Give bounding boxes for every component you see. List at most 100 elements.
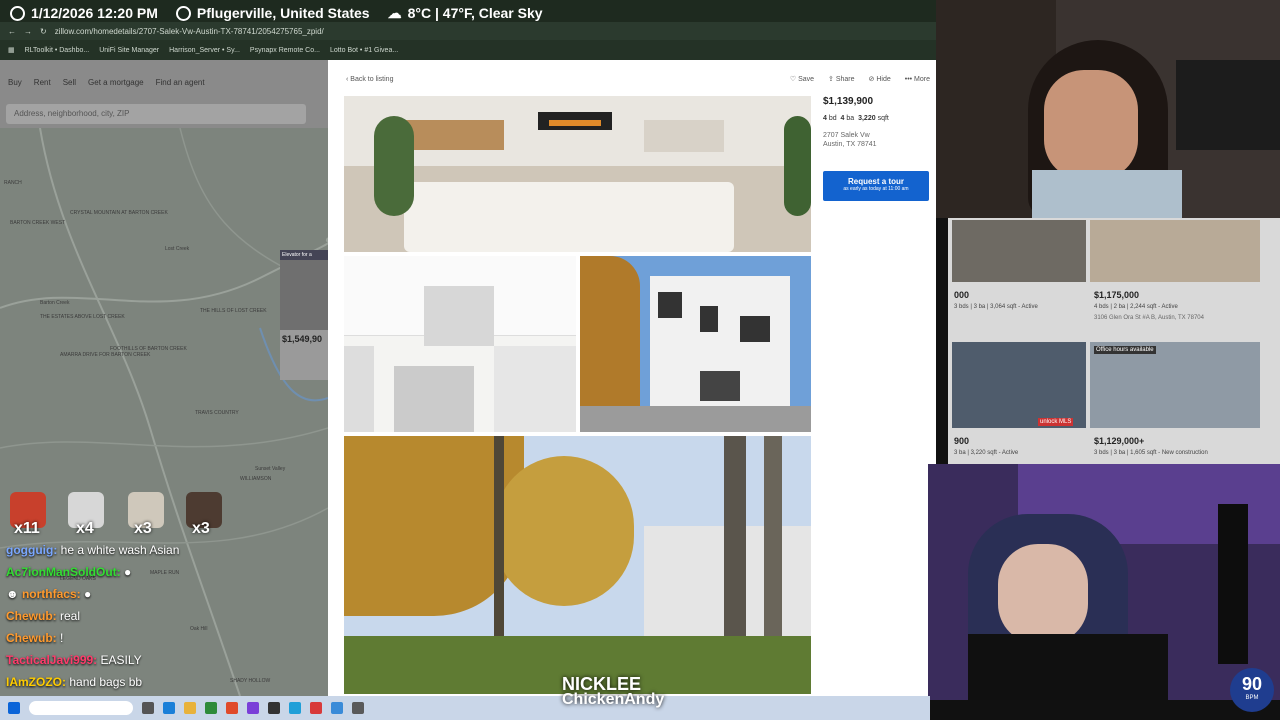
share-button[interactable]: ⇪ Share xyxy=(828,75,855,83)
address-line1: 2707 Salek Vw xyxy=(823,132,870,139)
card-photo[interactable] xyxy=(952,220,1086,282)
folder-icon[interactable] xyxy=(184,702,196,714)
badge-icon: ☻ xyxy=(6,587,22,601)
chat-emote-icon: ● xyxy=(83,587,92,601)
chat-message: Chewub: ! xyxy=(6,631,63,645)
chat-text: EASILY xyxy=(100,653,142,667)
listing-facts: 4 bd 4 ba 3,220 sqft xyxy=(823,115,935,122)
hide-button[interactable]: ⊘ Hide xyxy=(869,75,891,83)
windows-start-icon[interactable] xyxy=(8,702,20,714)
bookmark-item[interactable]: Harrison_Server • Sy... xyxy=(169,47,240,54)
bookmark-item[interactable]: Lotto Bot • #1 Givea... xyxy=(330,47,398,54)
map-label: RANCH xyxy=(4,180,22,186)
bookmark-item[interactable]: UniFi Site Manager xyxy=(99,47,159,54)
card-photo[interactable] xyxy=(1090,220,1260,282)
baths-value: 4 xyxy=(840,115,845,122)
beds-value: 4 xyxy=(823,115,827,122)
globe-icon xyxy=(175,5,191,21)
card-price: 000 xyxy=(954,290,970,300)
card-meta: 3 bds | 3 ba | 3,064 sqft - Active xyxy=(954,304,1038,310)
app-icon[interactable] xyxy=(205,702,217,714)
cloud-icon: ☁ xyxy=(387,4,402,21)
nav-sell[interactable]: Sell xyxy=(63,78,76,87)
chrome-icon[interactable] xyxy=(226,702,238,714)
map-label: Barton Creek xyxy=(40,300,70,306)
chat-user: IAmZOZO: xyxy=(6,675,66,689)
app-icon[interactable] xyxy=(331,702,343,714)
edge-icon[interactable] xyxy=(163,702,175,714)
bookmarks-bar: ▦ RLToolkit • Dashbo... UniFi Site Manag… xyxy=(0,40,936,60)
search-input[interactable]: Address, neighborhood, city, ZIP xyxy=(6,104,306,124)
beds-unit: bd xyxy=(828,115,837,122)
back-to-listing[interactable]: ‹ Back to listing xyxy=(346,76,393,83)
chat-user: Ac7ionManSoldOut: xyxy=(6,565,121,579)
back-icon[interactable]: ← xyxy=(8,27,16,36)
address-line2: Austin, TX 78741 xyxy=(823,141,877,148)
request-tour-button[interactable]: Request a tour as early as today at 11:0… xyxy=(823,171,929,201)
weather-text: 8°C | 47°F, Clear Sky xyxy=(407,5,543,21)
chat-message: Ac7ionManSoldOut: ● xyxy=(6,565,131,579)
chat-message: Chewub: real xyxy=(6,609,80,623)
photo-kitchen[interactable] xyxy=(344,256,576,432)
map-label: BARTON CREEK WEST xyxy=(10,220,66,226)
bpm-label: BPM xyxy=(1245,695,1259,701)
card-photo[interactable] xyxy=(952,342,1086,428)
card-price: $1,175,000 xyxy=(1094,290,1140,300)
tour-title: Request a tour xyxy=(847,177,904,186)
bookmark-item[interactable]: Psynapx Remote Co... xyxy=(250,47,320,54)
listing-price: $1,549,90 xyxy=(282,334,323,344)
chat-text: hand bags bb xyxy=(69,675,143,689)
chat-user: Chewub: xyxy=(6,609,57,623)
chat-emote-icon: ● xyxy=(124,565,132,579)
address-bar[interactable]: ← → ↻ zillow.com/homedetails/2707-Salek-… xyxy=(0,22,936,40)
guest-webcam xyxy=(928,464,1280,700)
tour-subtitle: as early as today at 11:00 am xyxy=(843,186,909,192)
nav-buy[interactable]: Buy xyxy=(8,78,22,87)
chat-text: ! xyxy=(60,631,64,645)
chat-user: Chewub: xyxy=(6,631,57,645)
chat-user: TacticalJavi999: xyxy=(6,653,98,667)
app-icon[interactable] xyxy=(247,702,259,714)
map-label: AMARRA DRIVE FOR BARTON CREEK xyxy=(60,352,151,358)
card-photo[interactable] xyxy=(1090,342,1260,428)
baths-unit: ba xyxy=(846,115,855,122)
app-icon[interactable] xyxy=(352,702,364,714)
chat-user: northfacs: xyxy=(21,587,81,601)
nav-rent[interactable]: Rent xyxy=(34,78,51,87)
datetime-text: 1/12/2026 12:20 PM xyxy=(31,5,158,21)
reload-icon[interactable]: ↻ xyxy=(40,27,47,36)
nav-mortgage[interactable]: Get a mortgage xyxy=(88,78,144,87)
bpm-value: 90 xyxy=(1241,674,1263,694)
nav-agent[interactable]: Find an agent xyxy=(156,78,205,87)
url-text[interactable]: zillow.com/homedetails/2707-Salek-Vw-Aus… xyxy=(55,27,324,36)
clock-icon xyxy=(10,5,25,21)
forward-icon[interactable]: → xyxy=(24,27,32,36)
sqft-value: 3,220 xyxy=(858,115,876,122)
more-button[interactable]: ••• More xyxy=(905,76,930,83)
chat-message: IAmZOZO: hand bags bb xyxy=(6,675,142,689)
save-label: Save xyxy=(798,76,815,83)
chat-text: real xyxy=(60,609,81,623)
taskbar-search[interactable] xyxy=(29,701,133,715)
map-label: WILLIAMSON xyxy=(240,476,272,482)
share-label: Share xyxy=(835,76,855,83)
modal-header: ‹ Back to listing ♡ Save ⇪ Share ⊘ Hide … xyxy=(344,70,934,88)
task-view-icon[interactable] xyxy=(142,702,154,714)
apps-icon[interactable]: ▦ xyxy=(8,46,15,54)
app-icon[interactable] xyxy=(289,702,301,714)
chat-user: gogguig: xyxy=(6,543,58,557)
app-icon[interactable] xyxy=(310,702,322,714)
bookmark-item[interactable]: RLToolkit • Dashbo... xyxy=(25,47,90,54)
app-icon[interactable] xyxy=(268,702,280,714)
photo-living-room[interactable] xyxy=(344,96,811,252)
listing-thumbnail xyxy=(280,260,328,330)
map-listing-card[interactable]: Elevator for a $1,549,90 xyxy=(280,250,328,380)
chat-overlay: gogguig: he a white wash Asian Ac7ionMan… xyxy=(4,490,324,696)
save-button[interactable]: ♡ Save xyxy=(790,75,814,83)
listing-cards: 000 3 bds | 3 ba | 3,064 sqft - Active $… xyxy=(948,218,1280,466)
hide-label: Hide xyxy=(876,76,891,83)
more-icon: ••• xyxy=(904,75,915,83)
card-price: $1,129,000+ xyxy=(1094,436,1145,446)
photo-exterior[interactable] xyxy=(580,256,811,432)
photo-backyard[interactable] xyxy=(344,436,811,694)
